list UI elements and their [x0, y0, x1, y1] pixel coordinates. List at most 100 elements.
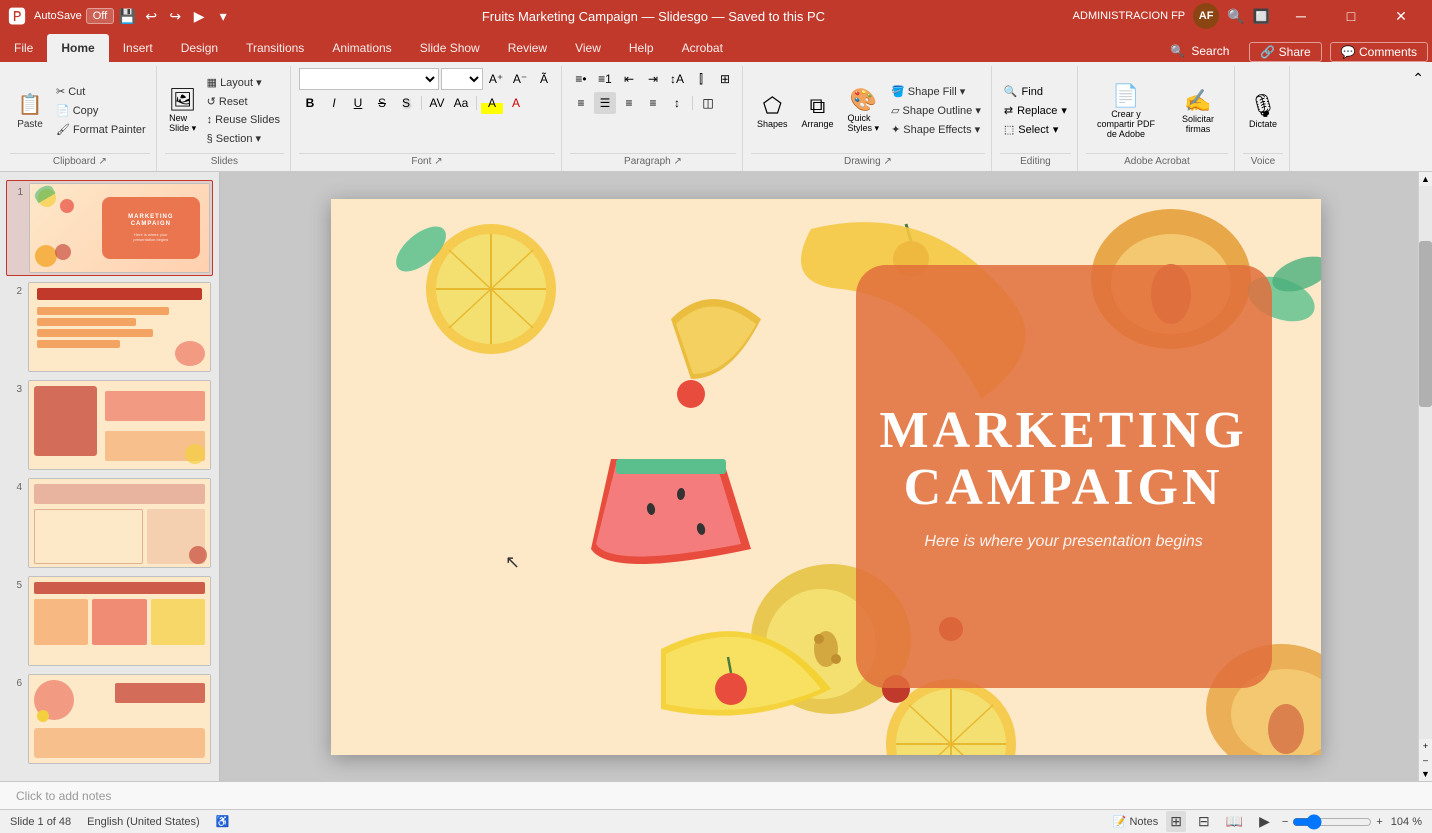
clear-format-button[interactable]: Ã: [533, 68, 555, 90]
view-reading[interactable]: 📖: [1222, 811, 1247, 832]
minimize-button[interactable]: ─: [1278, 0, 1324, 32]
comments-button[interactable]: 💬 Comments: [1330, 42, 1428, 62]
quick-styles-button[interactable]: 🎨 QuickStyles ▾: [842, 85, 886, 136]
text-direction-button[interactable]: ↕A: [666, 68, 688, 90]
format-painter-button[interactable]: 🖌 Format Painter: [52, 121, 150, 138]
zoom-percent[interactable]: 104 %: [1391, 816, 1422, 828]
zoom-in-button[interactable]: +: [1376, 816, 1382, 828]
close-button[interactable]: ✕: [1378, 0, 1424, 32]
clipboard-expand-icon[interactable]: ↗: [98, 156, 106, 167]
align-right-button[interactable]: ≡: [618, 92, 640, 114]
view-normal[interactable]: ⊞: [1166, 811, 1186, 832]
smart-art-button[interactable]: ⊞: [714, 68, 736, 90]
scroll-zoom-out[interactable]: –: [1419, 753, 1432, 767]
align-center-button[interactable]: ☰: [594, 92, 616, 114]
tab-home[interactable]: Home: [47, 34, 108, 62]
justify-button[interactable]: ≡: [642, 92, 664, 114]
scroll-up-button[interactable]: ▲: [1419, 172, 1432, 186]
layout-button[interactable]: ▦ Layout ▾: [203, 74, 284, 91]
create-pdf-button[interactable]: 📄 Crear y compartir PDF de Adobe: [1086, 81, 1166, 141]
shadow-para-button[interactable]: ◫: [697, 92, 719, 114]
reuse-slides-button[interactable]: ↕ Reuse Slides: [203, 112, 284, 128]
share-button[interactable]: 🔗 Share: [1249, 42, 1321, 62]
user-avatar[interactable]: AF: [1193, 3, 1219, 29]
view-slide-sorter[interactable]: ⊟: [1194, 811, 1214, 832]
slide-thumb-2[interactable]: 2: [6, 280, 213, 374]
align-left-button[interactable]: ≡: [570, 92, 592, 114]
present-button[interactable]: ▶: [188, 5, 210, 27]
cut-button[interactable]: ✂ Cut: [52, 83, 150, 100]
collapse-ribbon-button[interactable]: ⌃: [1408, 66, 1428, 171]
ribbon-toggle-icon[interactable]: 🔲: [1253, 8, 1270, 25]
tab-design[interactable]: Design: [167, 34, 232, 62]
tab-review[interactable]: Review: [494, 34, 561, 62]
decrease-indent-button[interactable]: ⇤: [618, 68, 640, 90]
undo-button[interactable]: ↩: [140, 5, 162, 27]
view-slideshow[interactable]: ▶: [1255, 811, 1274, 832]
tab-transitions[interactable]: Transitions: [232, 34, 318, 62]
font-color-button[interactable]: A: [505, 92, 527, 114]
copy-button[interactable]: 📄 Copy: [52, 102, 150, 119]
tab-help[interactable]: Help: [615, 34, 668, 62]
tab-view[interactable]: View: [561, 34, 615, 62]
zoom-slider[interactable]: − +: [1282, 814, 1383, 830]
strikethrough-button[interactable]: S: [371, 92, 393, 114]
search-area[interactable]: 🔍 Search: [1158, 40, 1241, 62]
slide-thumb-3[interactable]: 3: [6, 378, 213, 472]
tab-acrobat[interactable]: Acrobat: [668, 34, 737, 62]
solicitar-button[interactable]: ✍ Solicitar firmas: [1168, 86, 1228, 136]
shape-fill-button[interactable]: 🪣 Shape Fill ▾: [887, 83, 985, 100]
find-button[interactable]: 🔍 Find: [1000, 83, 1071, 100]
maximize-button[interactable]: □: [1328, 0, 1374, 32]
numbered-list-button[interactable]: ≡1: [594, 68, 616, 90]
arrange-button[interactable]: ⧉ Arrange: [796, 91, 840, 131]
zoom-range[interactable]: [1292, 814, 1372, 830]
notes-button[interactable]: 📝 Notes: [1113, 815, 1159, 828]
slide-thumb-5[interactable]: 5: [6, 574, 213, 668]
change-case-button[interactable]: Aa: [450, 92, 472, 114]
decrease-font-button[interactable]: A⁻: [509, 68, 531, 90]
para-expand-icon[interactable]: ↗: [674, 156, 682, 167]
font-name-select[interactable]: [299, 68, 439, 90]
slide-thumb-6[interactable]: 6: [6, 672, 213, 766]
vertical-scrollbar[interactable]: ▲ + – ▼: [1418, 172, 1432, 781]
dictate-button[interactable]: 🎙 Dictate: [1243, 91, 1283, 131]
tab-slideshow[interactable]: Slide Show: [406, 34, 494, 62]
italic-button[interactable]: I: [323, 92, 345, 114]
shadow-button[interactable]: S: [395, 92, 417, 114]
shape-outline-button[interactable]: ▱ Shape Outline ▾: [887, 102, 985, 119]
slide-thumb-4[interactable]: 4: [6, 476, 213, 570]
font-size-select[interactable]: [441, 68, 483, 90]
redo-button[interactable]: ↪: [164, 5, 186, 27]
bold-button[interactable]: B: [299, 92, 321, 114]
section-button[interactable]: § Section ▾: [203, 130, 284, 147]
tab-insert[interactable]: Insert: [109, 34, 167, 62]
accessibility-check[interactable]: ♿: [216, 815, 230, 828]
scroll-zoom-in[interactable]: +: [1419, 739, 1432, 753]
new-slide-button[interactable]: 🖼 NewSlide ▾: [165, 85, 201, 136]
line-spacing-button[interactable]: ↕: [666, 92, 688, 114]
autosave-toggle[interactable]: Off: [86, 8, 114, 24]
char-spacing-button[interactable]: AV: [426, 92, 448, 114]
click-to-add-notes[interactable]: Click to add notes: [16, 789, 111, 803]
scroll-down-button[interactable]: ▼: [1419, 767, 1432, 781]
paste-button[interactable]: 📋 Paste: [10, 89, 50, 133]
tab-file[interactable]: File: [0, 34, 47, 62]
shapes-button[interactable]: ⬠ Shapes: [751, 91, 794, 131]
save-button[interactable]: 💾: [116, 5, 138, 27]
columns-button[interactable]: ⫿: [690, 68, 712, 90]
language-indicator[interactable]: English (United States): [87, 816, 200, 828]
search-icon-titlebar[interactable]: 🔍: [1227, 8, 1244, 25]
font-expand-icon[interactable]: ↗: [434, 156, 442, 167]
underline-button[interactable]: U: [347, 92, 369, 114]
increase-font-button[interactable]: A⁺: [485, 68, 507, 90]
slide-thumb-1[interactable]: 1 MARKETINGCAMPAIGN Here is where yourpr…: [6, 180, 213, 276]
drawing-expand-icon[interactable]: ↗: [883, 156, 891, 167]
select-button[interactable]: ⬚ Select ▾: [1000, 121, 1071, 138]
scroll-thumb[interactable]: [1419, 241, 1432, 407]
reset-button[interactable]: ↺ Reset: [203, 93, 284, 110]
replace-button[interactable]: ⇄ Replace ▾: [1000, 102, 1071, 119]
bullet-list-button[interactable]: ≡•: [570, 68, 592, 90]
increase-indent-button[interactable]: ⇥: [642, 68, 664, 90]
qat-dropdown[interactable]: ▾: [212, 5, 234, 27]
